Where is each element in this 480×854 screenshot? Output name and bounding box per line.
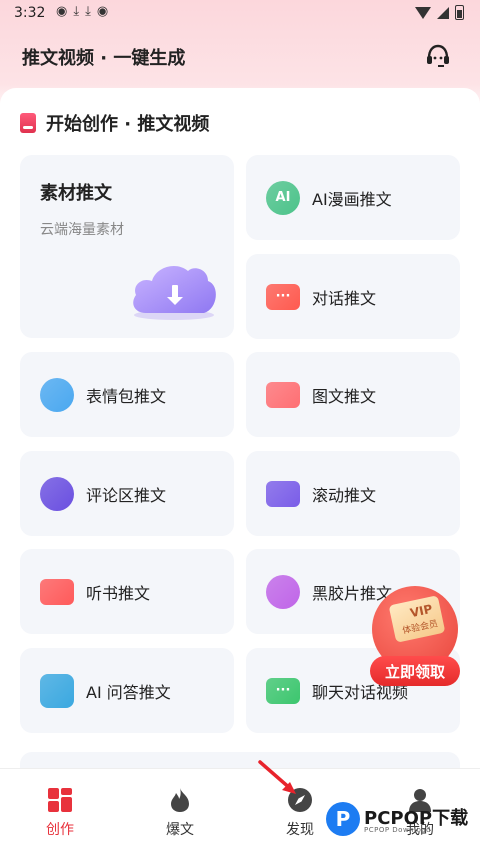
wechat-icon: ◉: [96, 4, 115, 19]
more-cards-edge: [20, 752, 460, 768]
icon-glyph: [266, 378, 300, 412]
section-title: 开始创作 · 推文视频: [46, 114, 210, 135]
tab-create[interactable]: 创作: [0, 769, 120, 854]
cloud-download-icon: [133, 266, 216, 320]
material-card-subtitle: 云端海量素材: [40, 222, 124, 238]
icon-glyph: [266, 477, 300, 511]
claim-now-button[interactable]: 立即领取: [370, 656, 460, 686]
wifi-icon: [415, 6, 431, 19]
flame-icon: [171, 788, 189, 812]
watermark: P PCPOP下载 PCPOP Download: [326, 800, 476, 840]
icon-glyph: [40, 674, 74, 708]
download-icon: ⤓: [85, 4, 97, 19]
icon-glyph: ···: [275, 289, 291, 304]
tool-card-label: 听书推文: [86, 583, 151, 603]
book-bookmark-icon: [20, 113, 36, 133]
watermark-logo-icon: P: [326, 802, 360, 836]
material-card[interactable]: 素材推文 云端海量素材: [20, 155, 234, 338]
battery-icon: [455, 5, 464, 20]
icon-glyph: AI: [275, 190, 291, 205]
section-header: 开始创作 · 推文视频: [20, 108, 209, 138]
ai-qa-icon: [40, 673, 74, 708]
comment-icon: [40, 476, 74, 511]
tool-card-label: 滚动推文: [312, 485, 377, 505]
tool-card[interactable]: 评论区推文: [20, 451, 234, 536]
vinyl-icon: [266, 574, 300, 609]
icon-glyph: [40, 575, 74, 609]
customer-service-icon[interactable]: [424, 42, 452, 70]
tool-card-label: AI漫画推文: [312, 189, 392, 209]
tool-card[interactable]: AI AI漫画推文: [246, 155, 460, 240]
tool-card[interactable]: 滚动推文: [246, 451, 460, 536]
ai-comic-icon: AI: [266, 180, 300, 215]
emoji-icon: [40, 377, 74, 412]
tool-card-label: 评论区推文: [86, 485, 167, 505]
wechat-icon: ◉: [56, 4, 74, 19]
scroll-play-icon: [266, 477, 300, 511]
icon-glyph: [40, 477, 74, 511]
icon-glyph: [40, 378, 74, 412]
material-card-title: 素材推文: [40, 183, 112, 204]
status-time: 3:32: [14, 5, 46, 21]
tool-card[interactable]: ··· 对话推文: [246, 254, 460, 339]
vip-promo-badge[interactable]: VIP 体验会员 立即领取: [370, 586, 462, 690]
app-bar: 推文视频 · 一键生成: [0, 28, 480, 86]
grid-icon: [48, 788, 72, 812]
tool-card[interactable]: AI 问答推文: [20, 648, 234, 733]
tool-card-label: 对话推文: [312, 288, 377, 308]
download-icon: ⤓: [73, 4, 86, 19]
watermark-small: PCPOP Download: [364, 826, 432, 834]
tool-card-label: 表情包推文: [86, 386, 167, 406]
status-indicators: [415, 5, 464, 20]
tab-hot-label: 爆文: [166, 822, 194, 838]
notification-icons: ◉⤓⤓◉: [56, 4, 114, 19]
dialogue-icon: ···: [266, 280, 300, 314]
icon-glyph: ···: [275, 683, 291, 698]
signal-icon: [437, 6, 449, 19]
status-bar: 3:32 ◉⤓⤓◉: [0, 0, 480, 28]
tool-card-label: 图文推文: [312, 386, 377, 406]
tool-card[interactable]: 听书推文: [20, 549, 234, 634]
tool-card-label: AI 问答推文: [86, 682, 171, 702]
tool-card[interactable]: 图文推文: [246, 352, 460, 437]
pointer-arrow-icon: [258, 760, 296, 794]
chat-video-icon: ···: [266, 674, 300, 708]
tab-create-label: 创作: [46, 822, 74, 838]
tool-card[interactable]: 表情包推文: [20, 352, 234, 437]
image-text-icon: [266, 378, 300, 412]
tab-hot[interactable]: 爆文: [120, 769, 240, 854]
icon-glyph: [266, 575, 300, 609]
app-title: 推文视频 · 一键生成: [22, 48, 186, 69]
book-icon: [40, 575, 74, 609]
